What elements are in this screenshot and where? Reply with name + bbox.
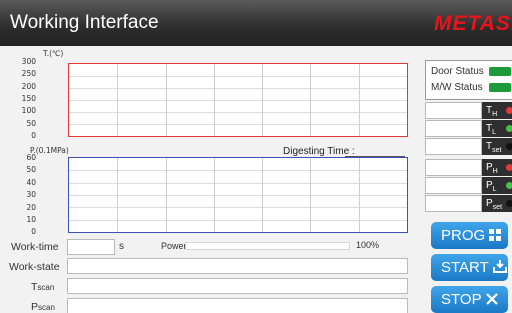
temperature-grid-vline — [310, 64, 312, 136]
pscan-field[interactable] — [67, 298, 408, 313]
tscan-field[interactable] — [67, 278, 408, 294]
tscan-label: Tscan — [31, 281, 55, 293]
close-x-icon — [485, 287, 498, 313]
temperature-value-h — [425, 102, 482, 119]
pressure-tick-0: 0 — [31, 227, 36, 237]
pressure-tick-50: 50 — [26, 165, 36, 175]
temperature-tick-300: 300 — [21, 57, 36, 66]
pressure-grid-hline — [69, 219, 407, 221]
pressure-grid-vline — [262, 158, 264, 232]
temperature-grid-vline — [165, 64, 167, 136]
windows-grid-icon — [489, 223, 502, 250]
work-time-field[interactable] — [67, 239, 115, 255]
brand-logo: METASH — [434, 12, 512, 35]
stop-button[interactable]: STOP — [431, 286, 508, 313]
status-panel: Door Status M/W Status — [425, 60, 512, 100]
download-tray-icon — [492, 255, 507, 282]
pressure-value-set — [425, 195, 482, 212]
temperature-chart — [68, 63, 408, 137]
pscan-label: Pscan — [31, 301, 55, 313]
temperature-value-set — [425, 138, 482, 155]
pressure-tick-30: 30 — [26, 190, 36, 200]
temperature-tick-0: 0 — [31, 130, 36, 140]
window-title: Working Interface — [10, 12, 159, 33]
temperature-grid-hline — [69, 88, 407, 89]
pressure-tick-40: 40 — [26, 177, 36, 187]
digesting-time-value — [345, 156, 405, 157]
temperature-status-dot-l — [506, 125, 512, 132]
temperature-grid-vline — [117, 64, 119, 136]
temperature-status-dot-set — [506, 143, 512, 150]
door-status-label: Door Status — [431, 66, 484, 77]
work-time-label: Work-time — [11, 241, 59, 253]
pressure-chart — [68, 157, 408, 233]
temperature-grid-hline — [69, 100, 407, 101]
pressure-grid-hline — [69, 182, 407, 184]
work-time-unit: s — [119, 241, 124, 252]
temperature-grid-vline — [213, 64, 215, 136]
mw-status-indicator — [489, 83, 511, 92]
pressure-tick-20: 20 — [26, 202, 36, 212]
prog-button[interactable]: PROG — [431, 222, 508, 249]
temperature-tick-200: 200 — [21, 81, 36, 91]
temperature-axis-label: T.(℃) — [43, 49, 64, 58]
power-progress-bar — [185, 242, 350, 250]
pressure-status-dot-set — [506, 200, 512, 207]
work-state-field[interactable] — [67, 258, 408, 274]
temperature-grid-vline — [358, 64, 360, 136]
pressure-status-dot-l — [506, 182, 512, 189]
pressure-grid-hline — [69, 207, 407, 209]
temperature-grid-vline — [262, 64, 264, 136]
mw-status-label: M/W Status — [431, 82, 483, 93]
start-button[interactable]: START — [431, 254, 508, 281]
pressure-tick-10: 10 — [26, 215, 36, 224]
power-max-label: 100% — [356, 240, 380, 250]
pressure-grid-vline — [213, 158, 215, 232]
power-label: Power — [161, 241, 187, 251]
temperature-tick-50: 50 — [26, 118, 36, 128]
pressure-grid-vline — [165, 158, 167, 232]
temperature-tick-150: 150 — [21, 93, 36, 103]
pressure-grid-vline — [310, 158, 312, 232]
pressure-value-l — [425, 177, 482, 194]
pressure-grid-vline — [117, 158, 119, 232]
door-status-indicator — [489, 67, 511, 76]
title-bar: Working Interface METASH — [0, 0, 512, 46]
pressure-tick-60: 60 — [26, 153, 36, 162]
pressure-grid-vline — [358, 158, 360, 232]
work-state-label: Work-state — [9, 261, 60, 273]
temperature-tick-250: 250 — [21, 69, 36, 79]
pressure-grid-hline — [69, 195, 407, 196]
temperature-tick-100: 100 — [21, 106, 36, 116]
pressure-value-h — [425, 159, 482, 176]
temperature-grid-hline — [69, 112, 407, 113]
pressure-grid-hline — [69, 170, 407, 172]
pressure-status-dot-h — [506, 164, 512, 171]
temperature-grid-hline — [69, 124, 407, 125]
temperature-grid-hline — [69, 76, 407, 77]
digesting-time-label: Digesting Time : — [283, 146, 355, 157]
temperature-status-dot-h — [506, 107, 512, 114]
temperature-value-l — [425, 120, 482, 137]
